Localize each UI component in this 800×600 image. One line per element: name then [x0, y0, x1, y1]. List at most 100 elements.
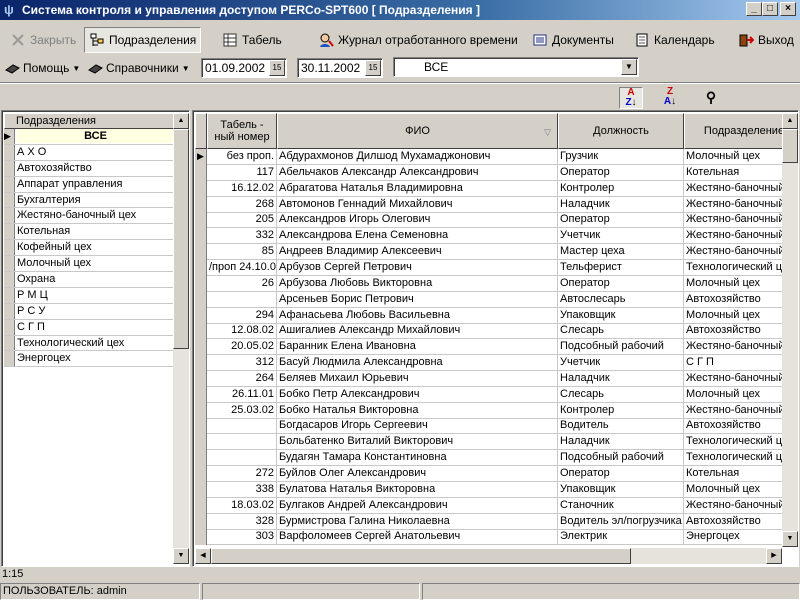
cell-tabel: 303	[207, 529, 277, 545]
scroll-up-icon[interactable]: ▲	[782, 113, 798, 129]
cell-department: Котельная	[684, 165, 782, 181]
grid-horizontal-scrollbar[interactable]: ◀ ▶	[195, 548, 782, 564]
exit-button[interactable]: Выход	[734, 27, 798, 53]
cell-department: Жестяно-баночный	[684, 212, 782, 228]
cell-fio: Ашигалиев Александр Михайлович	[277, 323, 558, 340]
department-item[interactable]: Автохозяйство	[4, 160, 174, 177]
references-menu[interactable]: Справочники ▼	[87, 58, 190, 78]
cell-fio: Бобко Петр Александрович	[277, 386, 558, 403]
department-item[interactable]: Охрана	[4, 272, 174, 288]
department-item[interactable]: Молочный цех	[4, 256, 174, 273]
table-row[interactable]: 294 Афанасьева Любовь Васильевна Упаковщик…	[195, 307, 782, 324]
department-item-label: Охрана	[17, 273, 56, 286]
table-row[interactable]: Будагян Тамара Константиновна Подсобный р…	[195, 450, 782, 467]
table-row[interactable]: 12.08.02 Ашигалиев Александр Михайлович Сл…	[195, 323, 782, 340]
table-row[interactable]: 272 Буйлов Олег Александрович Оператор Коте…	[195, 466, 782, 482]
table-row[interactable]: 338 Булатова Наталья Викторовна Упаковщик М…	[195, 481, 782, 498]
sort-descending-button[interactable]: Z A↓	[658, 87, 682, 109]
scroll-thumb[interactable]	[173, 129, 189, 349]
chevron-down-icon[interactable]: ▼	[621, 59, 637, 75]
table-row[interactable]: ▶ без проп. Абдурахмонов Дилшод Мухамаджон…	[195, 149, 782, 165]
table-row[interactable]: 26.11.01 Бобко Петр Александрович Слесарь М…	[195, 386, 782, 403]
row-indicator	[195, 466, 207, 482]
table-row[interactable]: 20.05.02 Баранник Елена Ивановна Подсобный…	[195, 339, 782, 356]
calendar-picker-icon[interactable]: 15	[269, 60, 285, 76]
departments-button[interactable]: Подразделения	[84, 27, 202, 53]
department-item[interactable]: Кофейный цех	[4, 240, 174, 257]
close-button[interactable]: Закрыть	[6, 27, 80, 53]
cell-tabel: 264	[207, 370, 277, 387]
department-item[interactable]: Жестяно-баночный цех	[4, 208, 174, 225]
department-item[interactable]: ▶ ВСЕ	[4, 129, 174, 145]
minimize-button[interactable]: _	[746, 2, 762, 16]
cell-tabel: 18.03.02	[207, 497, 277, 514]
calendar-picker-icon[interactable]: 15	[365, 60, 381, 76]
documents-button[interactable]: Документы	[528, 27, 618, 53]
cell-department: Молочный цех	[684, 387, 782, 403]
table-row[interactable]: 205 Александров Игорь Олегович Оператор Жес…	[195, 212, 782, 229]
table-row[interactable]: 303 Варфоломеев Сергей Анатольевич Электри…	[195, 529, 782, 545]
grid-corner	[195, 113, 207, 149]
table-row[interactable]: 264 Беляев Михаил Юрьевич Наладчик Жестяно-…	[195, 370, 782, 387]
cell-tabel: 20.05.02	[207, 339, 277, 356]
departments-scrollbar[interactable]: ▲ ▼	[173, 113, 189, 564]
grid-vertical-scrollbar[interactable]: ▲ ▼	[782, 113, 798, 547]
table-row[interactable]: 25.03.02 Бобко Наталья Викторовна Контроле…	[195, 402, 782, 419]
scroll-down-icon[interactable]: ▼	[173, 548, 189, 564]
table-row[interactable]: 117 Абельчаков Александр Александрович Опе…	[195, 164, 782, 181]
table-row[interactable]: 18.03.02 Булгаков Андрей Александрович Ста…	[195, 497, 782, 514]
table-row[interactable]: 268 Автомонов Геннадий Михайлович Наладчик…	[195, 196, 782, 213]
column-header-fio[interactable]: ФИО ▽	[277, 113, 558, 149]
department-select[interactable]: ВСЕ ▼	[393, 57, 639, 77]
department-item[interactable]: Р М Ц	[4, 287, 174, 304]
department-item[interactable]: Бухгалтерия	[4, 192, 174, 209]
department-item[interactable]: С Г П	[4, 319, 174, 336]
date-to-field[interactable]: 30.11.2002 15	[297, 58, 383, 78]
department-item[interactable]: А Х О	[4, 144, 174, 161]
binoculars-search-icon[interactable]: ⚲	[699, 87, 723, 109]
sort-ascending-button[interactable]: A Z↓	[619, 87, 643, 109]
cell-tabel: 25.03.02	[207, 402, 277, 419]
column-header-tabel[interactable]: Табель - ный номер	[207, 113, 277, 149]
date-from-field[interactable]: 01.09.2002 15	[201, 58, 287, 78]
table-row[interactable]: Арсеньев Борис Петрович Автослесарь Автохо…	[195, 291, 782, 308]
column-header-position[interactable]: Должность	[558, 113, 684, 149]
department-item[interactable]: Энергоцех	[4, 351, 174, 368]
row-indicator	[4, 319, 15, 335]
help-menu[interactable]: Помощь ▼	[4, 58, 80, 78]
table-row[interactable]: 85 Андреев Владимир Алексеевич Мастер цеха…	[195, 244, 782, 261]
sort-toolbar: A Z↓ Z A↓ ⚲	[0, 86, 800, 110]
scroll-left-icon[interactable]: ◀	[195, 548, 211, 564]
cell-department: Молочный цех	[684, 149, 782, 165]
scroll-thumb[interactable]	[782, 129, 798, 163]
table-row[interactable]: 332 Александрова Елена Семеновна Учетчик Же…	[195, 228, 782, 245]
scroll-down-icon[interactable]: ▼	[782, 531, 798, 547]
table-row[interactable]: Больбатенко Виталий Викторович Наладчик Те…	[195, 434, 782, 451]
table-row[interactable]: 328 Бурмистрова Галина Николаевна Водитель…	[195, 513, 782, 530]
journal-button[interactable]: Журнал отработанного времени	[314, 27, 522, 53]
table-row[interactable]: Богдасаров Игорь Сергеевич Водитель Автохо…	[195, 418, 782, 435]
scroll-up-icon[interactable]: ▲	[173, 113, 189, 129]
scroll-right-icon[interactable]: ▶	[766, 548, 782, 564]
table-row[interactable]: 26 Арбузова Любовь Викторовна Оператор Моло…	[195, 275, 782, 292]
row-indicator	[195, 355, 207, 372]
table-row[interactable]: /проп 24.10.0 Арбузов Сергей Петрович Тель…	[195, 259, 782, 276]
table-row[interactable]: 16.12.02 Абрагатова Наталья Владимировна К…	[195, 180, 782, 197]
column-header-department[interactable]: Подразделение	[684, 113, 782, 149]
calendar-button[interactable]: Календарь	[630, 27, 719, 53]
department-item[interactable]: Котельная	[4, 224, 174, 241]
cell-tabel: 332	[207, 228, 277, 245]
department-item[interactable]: Р С У	[4, 303, 174, 320]
maximize-button[interactable]: □	[762, 2, 778, 16]
documents-icon	[533, 34, 547, 46]
table-row[interactable]: 312 Басуй Людмила Александровна Учетчик С Г…	[195, 355, 782, 372]
close-window-button[interactable]: ×	[780, 2, 796, 16]
department-item[interactable]: Аппарат управления	[4, 176, 174, 193]
cursor-position: 1:15	[2, 568, 24, 580]
cell-fio: Бобко Наталья Викторовна	[277, 402, 558, 419]
tabel-button[interactable]: Табель	[218, 27, 286, 53]
scroll-thumb[interactable]	[211, 548, 631, 564]
row-indicator	[195, 386, 207, 403]
cell-department: Жестяно-баночный	[684, 228, 782, 244]
department-item[interactable]: Технологический цех	[4, 335, 174, 352]
